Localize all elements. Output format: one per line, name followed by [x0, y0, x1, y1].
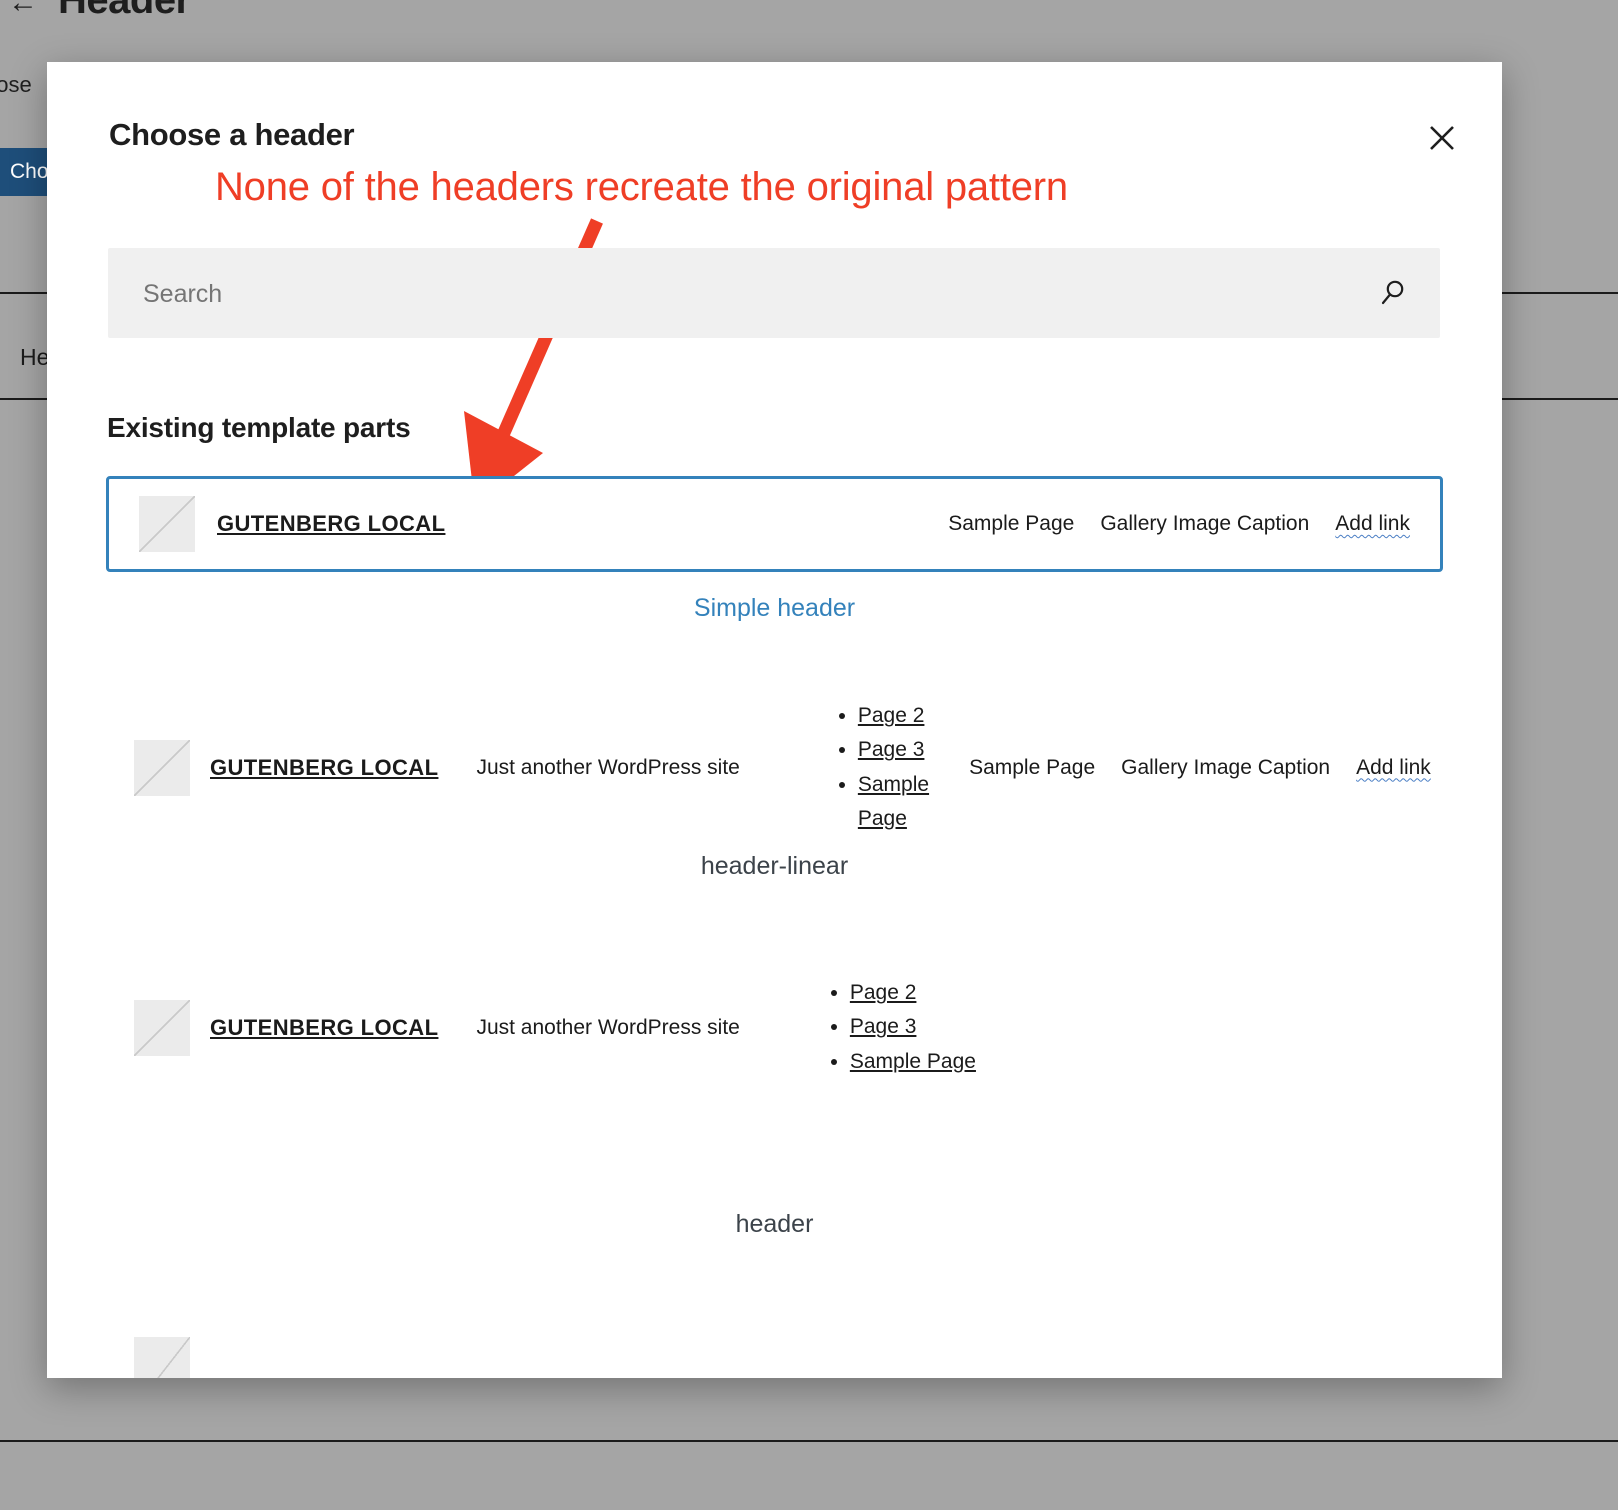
list-item: Sample Page	[858, 768, 929, 836]
list-item: Page 2	[858, 699, 929, 733]
bullet-link[interactable]: Sample Page	[858, 773, 929, 830]
list-item: Page 2	[850, 976, 976, 1010]
bullet-link[interactable]: Page 3	[850, 1015, 917, 1038]
bullet-nav[interactable]: Page 2 Page 3 Sample Page	[832, 699, 929, 835]
placeholder-image-icon	[139, 496, 195, 552]
pattern-list[interactable]: GUTENBERG LOCAL Sample Page Gallery Imag…	[47, 476, 1502, 1378]
site-title[interactable]: GUTENBERG LOCAL	[217, 511, 445, 537]
search-input[interactable]	[141, 248, 1325, 340]
list-item: Page 3	[858, 733, 929, 767]
pattern-item-simple-header[interactable]: GUTENBERG LOCAL Sample Page Gallery Imag…	[47, 476, 1502, 623]
bullet-link[interactable]: Page 3	[858, 738, 925, 761]
site-title[interactable]: GUTENBERG LOCAL	[210, 1015, 438, 1041]
placeholder-image-icon	[134, 1337, 190, 1378]
nav-links[interactable]: Sample Page Gallery Image Caption Add li…	[948, 512, 1410, 536]
nav-link[interactable]: Sample Page	[948, 512, 1074, 536]
pattern-preview[interactable]: GUTENBERG LOCAL Sample Page Gallery Imag…	[106, 476, 1443, 572]
divider	[0, 1440, 1618, 1442]
pattern-label[interactable]: header-linear	[47, 852, 1502, 881]
back-arrow-icon[interactable]: ←	[8, 0, 38, 20]
bullet-link[interactable]: Page 2	[858, 704, 925, 727]
pattern-preview[interactable]: GUTENBERG LOCAL Just another WordPress s…	[106, 704, 1443, 830]
backdrop-row-label: He	[20, 344, 50, 370]
placeholder-image-icon	[134, 999, 190, 1056]
modal-title: Choose a header	[109, 117, 355, 152]
pattern-preview[interactable]: GUTENBERG LOCAL Just another WordPress s…	[106, 965, 1443, 1090]
nav-links[interactable]: Sample Page Gallery Image Caption Add li…	[969, 756, 1431, 780]
nav-link[interactable]: Sample Page	[969, 756, 1095, 780]
pattern-item-header-linear[interactable]: GUTENBERG LOCAL Just another WordPress s…	[47, 704, 1502, 881]
page-title: Header	[58, 0, 191, 22]
nav-link-add-link[interactable]: Add link	[1335, 512, 1410, 536]
site-title[interactable]: GUTENBERG LOCAL	[210, 1375, 438, 1378]
list-item: Sample Page	[850, 1045, 976, 1079]
search-field[interactable]	[108, 248, 1440, 340]
bullet-link[interactable]: Page 2	[850, 981, 917, 1004]
close-icon[interactable]	[1418, 114, 1466, 162]
site-tagline: Just another WordPress site	[476, 1377, 739, 1378]
pattern-item-header[interactable]: GUTENBERG LOCAL Just another WordPress s…	[47, 965, 1502, 1239]
annotation-text: None of the headers recreate the origina…	[215, 165, 1068, 209]
nav-link-add-link[interactable]: Add link	[1356, 756, 1431, 780]
site-title[interactable]: GUTENBERG LOCAL	[210, 755, 438, 781]
section-title: Existing template parts	[107, 412, 411, 443]
site-tagline: Just another WordPress site	[476, 1015, 740, 1039]
backdrop-subtext: oose	[0, 72, 32, 97]
pattern-item-partial[interactable]: GUTENBERG LOCAL Just another WordPress s…	[47, 1299, 1502, 1378]
site-tagline: Just another WordPress site	[476, 755, 740, 779]
pattern-preview[interactable]: GUTENBERG LOCAL Just another WordPress s…	[106, 1299, 1443, 1378]
pattern-label[interactable]: header	[47, 1210, 1502, 1239]
search-icon[interactable]	[1374, 274, 1412, 312]
nav-link[interactable]: Gallery Image Caption	[1121, 756, 1330, 780]
placeholder-image-icon	[134, 739, 190, 796]
list-item: Page 3	[850, 1010, 976, 1044]
bullet-link[interactable]: Sample Page	[850, 1050, 976, 1073]
pattern-label[interactable]: Simple header	[47, 594, 1502, 623]
bullet-nav[interactable]: Page 2 Page 3 Sample Page	[824, 976, 976, 1078]
choose-header-modal: Choose a header None of the headers recr…	[47, 62, 1502, 1378]
nav-link[interactable]: Gallery Image Caption	[1100, 512, 1309, 536]
